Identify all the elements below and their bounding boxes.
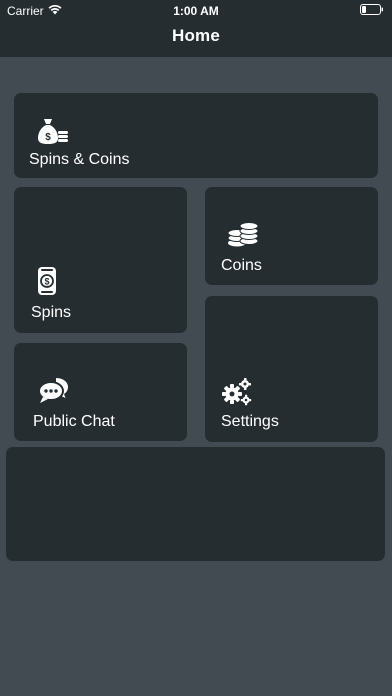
chat-bubbles-icon <box>38 378 68 403</box>
coin-stack-icon <box>227 222 259 247</box>
spin-can-icon: $ <box>38 267 56 295</box>
coins-label: Coins <box>221 257 262 274</box>
spins-tile[interactable]: $ Spins <box>14 187 187 333</box>
svg-text:$: $ <box>44 277 49 287</box>
gears-icon <box>222 378 252 406</box>
settings-tile[interactable]: Settings <box>205 296 378 442</box>
navigation-header: Carrier 1:00 AM Home <box>0 0 392 57</box>
money-bag-icon: $ <box>38 119 68 144</box>
coins-tile[interactable]: Coins <box>205 187 378 285</box>
page-title: Home <box>171 26 221 45</box>
svg-text:$: $ <box>45 132 51 143</box>
status-time: 1:00 AM <box>173 4 219 18</box>
battery-icon <box>360 4 383 15</box>
spins-coins-label: Spins & Coins <box>29 151 130 168</box>
spins-label: Spins <box>31 304 72 321</box>
public-chat-tile[interactable]: Public Chat <box>14 343 187 441</box>
status-bar: Carrier 1:00 AM <box>0 0 392 20</box>
public-chat-label: Public Chat <box>33 413 115 430</box>
settings-label: Settings <box>221 413 279 430</box>
banner-placeholder <box>6 447 385 561</box>
spins-coins-tile[interactable]: $ Spins & Coins <box>14 93 378 178</box>
